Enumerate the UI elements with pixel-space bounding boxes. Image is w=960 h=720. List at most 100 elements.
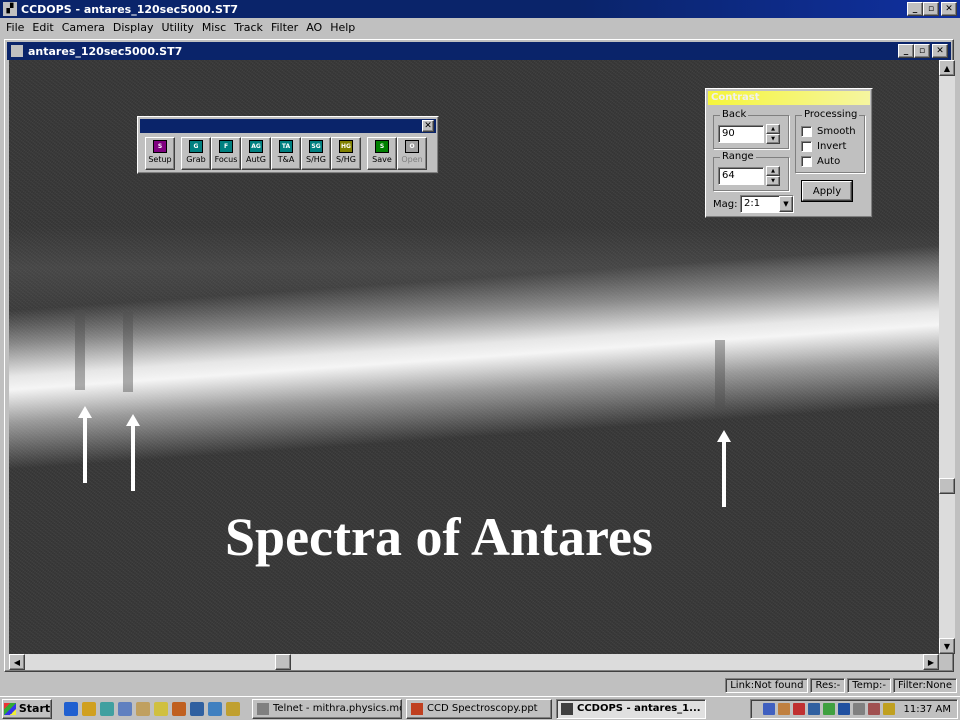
auto-checkbox-row[interactable]: Auto bbox=[801, 156, 840, 167]
explorer-icon[interactable] bbox=[172, 701, 186, 716]
folder-icon[interactable] bbox=[154, 701, 168, 716]
mag-value: 2:1 bbox=[744, 198, 761, 209]
arrow-marker bbox=[717, 430, 731, 507]
clock[interactable]: 11:37 AM bbox=[904, 704, 951, 715]
vertical-scrollbar[interactable]: ▲ ▼ bbox=[939, 60, 955, 654]
menu-misc[interactable]: Misc bbox=[198, 21, 230, 34]
taskbar-button[interactable]: CCD Spectroscopy.ppt bbox=[406, 698, 552, 719]
horizontal-scrollbar[interactable]: ◀ ▶ bbox=[9, 654, 939, 670]
app-title-bar[interactable]: ▞ CCDOPS - antares_120sec5000.ST7 _ ▫ ✕ bbox=[0, 0, 960, 18]
back-up-arrow-icon[interactable]: ▲ bbox=[766, 124, 780, 134]
toolbar-button-label: Setup bbox=[148, 155, 172, 164]
menu-camera[interactable]: Camera bbox=[58, 21, 109, 34]
range-up-arrow-icon[interactable]: ▲ bbox=[766, 166, 780, 176]
status-link: Link:Not found bbox=[725, 677, 809, 693]
outlook-icon[interactable] bbox=[82, 701, 96, 716]
range-input[interactable]: 64 bbox=[718, 167, 764, 185]
monitor-icon[interactable] bbox=[190, 701, 204, 716]
image-window-title-bar[interactable]: antares_120sec5000.ST7 _ ▫ ✕ bbox=[7, 42, 951, 60]
printer-icon[interactable] bbox=[867, 703, 880, 715]
menu-help[interactable]: Help bbox=[326, 21, 359, 34]
back-spinner[interactable]: ▲ ▼ bbox=[766, 124, 780, 144]
smooth-checkbox-row[interactable]: Smooth bbox=[801, 126, 856, 137]
toolbar-button-s-hg[interactable]: HG S/HG bbox=[331, 137, 361, 170]
child-maximize-button[interactable]: ▫ bbox=[914, 44, 930, 58]
pencil-icon[interactable] bbox=[226, 701, 240, 716]
toolbar-title-bar[interactable]: ✕ bbox=[140, 119, 436, 133]
task-scheduler-icon[interactable] bbox=[882, 703, 895, 715]
menu-filter[interactable]: Filter bbox=[267, 21, 302, 34]
app-icon[interactable]: ▞ bbox=[3, 2, 17, 16]
smooth-checkbox[interactable] bbox=[801, 126, 812, 137]
mag-label: Mag: bbox=[713, 199, 738, 210]
horizontal-scroll-thumb[interactable] bbox=[275, 654, 291, 670]
desktop-icon[interactable] bbox=[100, 701, 114, 716]
invert-checkbox[interactable] bbox=[801, 141, 812, 152]
network-icon[interactable] bbox=[762, 703, 775, 715]
child-minimize-button[interactable]: _ bbox=[898, 44, 914, 58]
status-temp: Temp:- bbox=[847, 677, 891, 693]
toolbar-button-label: Focus bbox=[214, 155, 238, 164]
menu-bar: File Edit Camera Display Utility Misc Tr… bbox=[0, 18, 960, 36]
mag-select[interactable]: 2:1 ▼ bbox=[740, 195, 794, 213]
paint-icon[interactable] bbox=[136, 701, 150, 716]
help-icon[interactable] bbox=[208, 701, 222, 716]
scroll-left-button[interactable]: ◀ bbox=[9, 654, 25, 670]
menu-ao[interactable]: AO bbox=[302, 21, 326, 34]
back-input[interactable]: 90 bbox=[718, 125, 764, 143]
contrast-title[interactable]: Contrast bbox=[708, 91, 870, 105]
menu-utility[interactable]: Utility bbox=[157, 21, 197, 34]
speaker-icon[interactable] bbox=[852, 703, 865, 715]
minimize-button[interactable]: _ bbox=[907, 2, 923, 16]
toolbar-button-s-hg[interactable]: SG S/HG bbox=[301, 137, 331, 170]
back-down-arrow-icon[interactable]: ▼ bbox=[766, 134, 780, 144]
menu-edit[interactable]: Edit bbox=[28, 21, 57, 34]
apply-button[interactable]: Apply bbox=[801, 180, 853, 202]
menu-file[interactable]: File bbox=[2, 21, 28, 34]
monitor-icon[interactable] bbox=[807, 703, 820, 715]
save-icon: S bbox=[375, 140, 389, 153]
setup-icon: S bbox=[153, 140, 167, 153]
taskbar-button[interactable]: CCDOPS - antares_1... bbox=[556, 698, 706, 719]
start-button[interactable]: Start bbox=[2, 698, 52, 719]
menu-track[interactable]: Track bbox=[230, 21, 267, 34]
antivirus-icon[interactable] bbox=[822, 703, 835, 715]
auto-label: Auto bbox=[817, 156, 841, 167]
toolbar-button-t-a[interactable]: TA T&A bbox=[271, 137, 301, 170]
toolbar-button-grab[interactable]: G Grab bbox=[181, 137, 211, 170]
ati-icon[interactable] bbox=[792, 703, 805, 715]
toolbar-button-focus[interactable]: F Focus bbox=[211, 137, 241, 170]
range-down-arrow-icon[interactable]: ▼ bbox=[766, 176, 780, 186]
scroll-down-button[interactable]: ▼ bbox=[939, 638, 955, 654]
toolbar-button-autg[interactable]: AG AutG bbox=[241, 137, 271, 170]
toolbar-button-open[interactable]: O Open bbox=[397, 137, 427, 170]
tool-icon[interactable] bbox=[777, 703, 790, 715]
task-app-icon bbox=[411, 702, 423, 715]
maximize-button[interactable]: ▫ bbox=[923, 2, 939, 16]
close-button[interactable]: ✕ bbox=[941, 2, 957, 16]
range-spinner[interactable]: ▲ ▼ bbox=[766, 166, 780, 186]
toolbar-button-label: Grab bbox=[186, 155, 206, 164]
processing-group: Processing Smooth Invert Auto bbox=[795, 109, 865, 173]
taskbar-button[interactable]: Telnet - mithra.physics.mo... bbox=[252, 698, 402, 719]
toolbar-close-button[interactable]: ✕ bbox=[422, 120, 434, 132]
toolbar-button-setup[interactable]: S Setup bbox=[145, 137, 175, 170]
child-close-button[interactable]: ✕ bbox=[932, 44, 948, 58]
app-title-text: CCDOPS - antares_120sec5000.ST7 bbox=[21, 2, 239, 16]
auto-checkbox[interactable] bbox=[801, 156, 812, 167]
invert-checkbox-row[interactable]: Invert bbox=[801, 141, 846, 152]
task-list: Telnet - mithra.physics.mo... CCD Spectro… bbox=[248, 698, 706, 719]
taskbar: Start Telnet - mithra.physics.mo... CCD S… bbox=[0, 696, 960, 720]
absorption-line bbox=[715, 340, 725, 410]
display-icon[interactable] bbox=[837, 703, 850, 715]
notepad-icon[interactable] bbox=[118, 701, 132, 716]
menu-display[interactable]: Display bbox=[109, 21, 158, 34]
status-filter: Filter:None bbox=[892, 677, 957, 693]
scroll-right-button[interactable]: ▶ bbox=[923, 654, 939, 670]
camera-toolbar: ✕ S Setup G Grab F Focus AG AutG TA T&A SG S/HG HG S/… bbox=[137, 116, 439, 174]
chevron-down-icon[interactable]: ▼ bbox=[779, 196, 793, 212]
ie-icon[interactable] bbox=[64, 701, 78, 716]
scroll-up-button[interactable]: ▲ bbox=[939, 60, 955, 76]
vertical-scroll-thumb[interactable] bbox=[939, 478, 955, 494]
toolbar-button-save[interactable]: S Save bbox=[367, 137, 397, 170]
